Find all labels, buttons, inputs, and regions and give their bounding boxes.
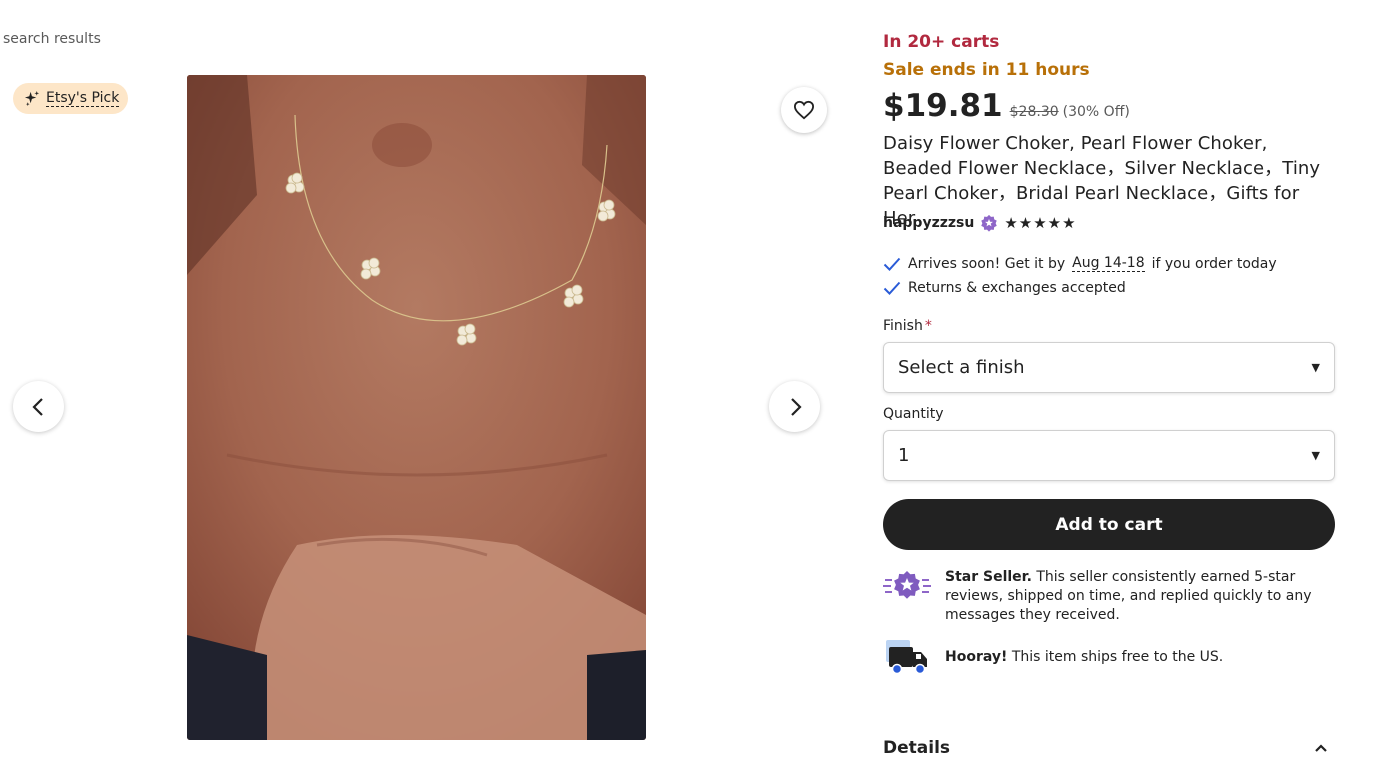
star-seller-badge-icon [981, 214, 998, 232]
back-to-search-results-link[interactable]: search results [3, 31, 101, 47]
previous-image-button[interactable] [13, 381, 64, 432]
finish-label: Finish * [883, 318, 932, 334]
details-accordion-toggle[interactable]: Details [883, 738, 1335, 758]
details-heading: Details [883, 738, 951, 758]
favorite-button[interactable] [781, 87, 827, 133]
returns-text: Returns & exchanges accepted [908, 280, 1126, 296]
chevron-left-icon [31, 397, 43, 416]
chevron-right-icon [790, 397, 802, 416]
etsys-pick-badge[interactable]: Etsy's Pick [13, 83, 129, 114]
star-seller-info: Star Seller. This seller consistently ea… [883, 568, 1335, 625]
required-marker: * [924, 318, 932, 334]
sale-ends-notice: Sale ends in 11 hours [883, 60, 1090, 80]
quantity-label: Quantity [883, 406, 944, 422]
discount-percent: (30% Off) [1062, 104, 1130, 120]
etsys-pick-label: Etsy's Pick [46, 90, 120, 107]
necklace-photo-graphic [187, 75, 646, 740]
check-icon [883, 281, 901, 295]
arrives-prefix: Arrives soon! Get it by [908, 255, 1066, 272]
delivery-truck-icon [886, 640, 927, 675]
in-carts-notice: In 20+ carts [883, 32, 1000, 52]
sparkle-icon [24, 90, 40, 107]
star-seller-icon [883, 571, 931, 599]
price-row: $19.81 $28.30 (30% Off) [883, 88, 1130, 124]
add-to-cart-button[interactable]: Add to cart [883, 499, 1335, 550]
star-seller-title: Star Seller. [945, 569, 1032, 585]
free-shipping-info: Hooray! This item ships free to the US. [883, 637, 1335, 677]
caret-down-icon: ▼ [1311, 361, 1320, 374]
star-seller-text: Star Seller. This seller consistently ea… [945, 568, 1335, 625]
listing-photo[interactable] [187, 75, 646, 740]
heart-icon [793, 100, 815, 120]
quantity-select-value: 1 [898, 445, 910, 466]
next-image-button[interactable] [769, 381, 820, 432]
caret-down-icon: ▼ [1311, 449, 1320, 462]
finish-select[interactable]: Select a finish ▼ [883, 342, 1335, 393]
arrives-suffix: if you order today [1151, 255, 1277, 272]
delivery-estimate: Arrives soon! Get it by Aug 14-18 if you… [883, 255, 1277, 272]
original-price: $28.30 [1009, 104, 1059, 120]
sale-price: $19.81 [883, 88, 1003, 124]
finish-label-text: Finish [883, 318, 923, 334]
seller-row: happyzzzsu ★★★★★ [883, 214, 1077, 232]
chevron-up-icon [1315, 744, 1327, 752]
rating-stars[interactable]: ★★★★★ [1004, 214, 1076, 232]
free-shipping-title: Hooray! [945, 648, 1008, 665]
arrival-date-range[interactable]: Aug 14-18 [1072, 255, 1145, 272]
free-shipping-text: Hooray! This item ships free to the US. [945, 648, 1335, 667]
quantity-select[interactable]: 1 ▼ [883, 430, 1335, 481]
returns-policy: Returns & exchanges accepted [883, 280, 1126, 296]
finish-select-value: Select a finish [898, 357, 1025, 378]
seller-name-link[interactable]: happyzzzsu [883, 215, 974, 231]
check-icon [883, 257, 901, 271]
free-shipping-description: This item ships free to the US. [1011, 648, 1224, 665]
